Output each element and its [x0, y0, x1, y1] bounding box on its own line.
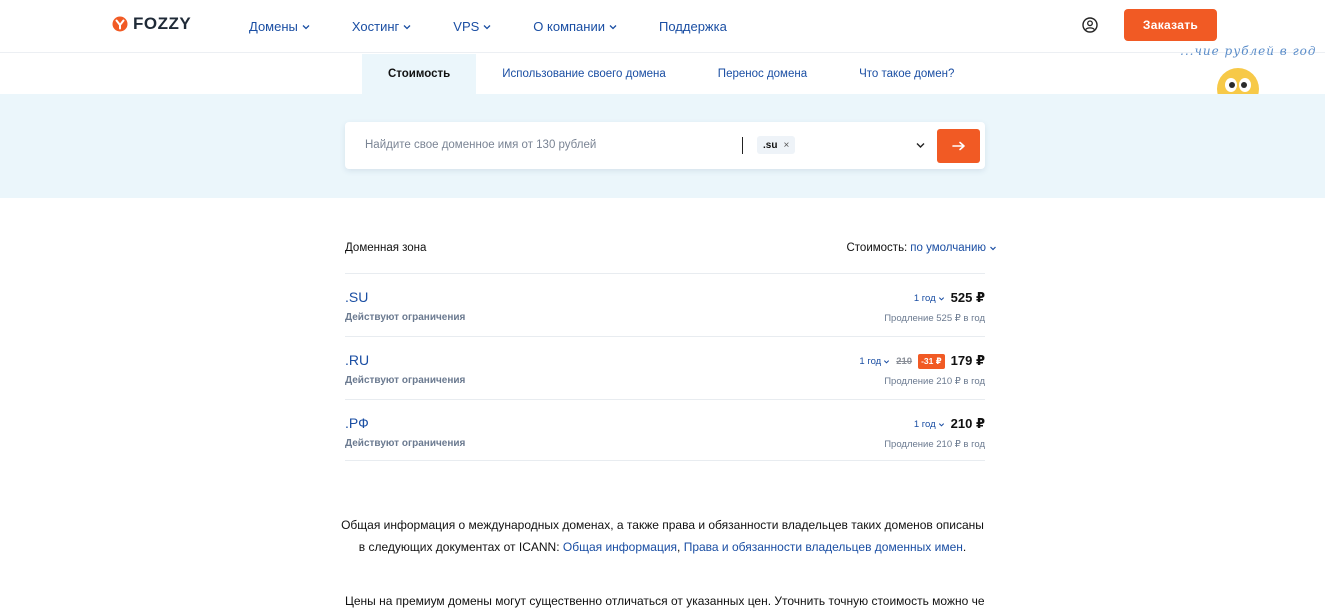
nav-item-vps[interactable]: VPS: [453, 19, 491, 34]
nav-item-support[interactable]: Поддержка: [659, 19, 727, 34]
price-line: 1 год 525 ₽: [914, 290, 985, 306]
renewal-price: Продление 525 ₽ в год: [884, 313, 985, 324]
period-label: 1 год: [859, 355, 882, 367]
chevron-down-icon: [884, 359, 890, 364]
nav-item-label: Домены: [249, 19, 298, 34]
discount-badge: -31 ₽: [918, 353, 945, 369]
chevron-down-icon: [483, 24, 491, 29]
tab-use-own-domain[interactable]: Использование своего домена: [476, 54, 692, 94]
zone-name[interactable]: .SU: [345, 289, 368, 305]
price: 210 ₽: [950, 416, 985, 431]
period-label: 1 год: [913, 292, 936, 304]
user-account-icon[interactable]: [1082, 17, 1098, 33]
chevron-down-icon: [302, 24, 310, 29]
domain-tabs: Стоимость Использование своего домена Пе…: [362, 54, 980, 94]
nav-item-label: VPS: [453, 19, 480, 34]
nav-item-label: Хостинг: [351, 19, 400, 34]
zone-row: .RU Действуют ограничения 1 год 210 -31 …: [345, 336, 985, 399]
zone-column-title: Доменная зона: [345, 242, 427, 254]
logo[interactable]: FOZZY: [112, 14, 191, 34]
renewal-price: Продление 210 ₽ в год: [884, 376, 985, 387]
logo-text: FOZZY: [133, 14, 192, 33]
chevron-down-icon[interactable]: [916, 142, 925, 149]
tab-what-is-domain[interactable]: Что такое домен?: [833, 54, 980, 94]
info-end: .: [962, 540, 967, 554]
zone-row: .SU Действуют ограничения 1 год 525 ₽ Пр…: [345, 273, 985, 336]
chevron-down-icon: [990, 246, 996, 251]
nav-item-label: О компании: [533, 19, 605, 34]
price: 179 ₽: [950, 353, 985, 368]
period-select[interactable]: 1 год: [914, 419, 945, 430]
nav-item-hosting[interactable]: Хостинг: [352, 19, 411, 34]
tab-pricing[interactable]: Стоимость: [362, 54, 477, 94]
search-input[interactable]: Найдите свое доменное имя от 130 рублей: [365, 139, 596, 151]
text-cursor: [742, 137, 743, 154]
sort-label: Стоимость:: [846, 242, 908, 254]
site-header: FOZZY Домены Хостинг VPS О компании Подд…: [0, 0, 1325, 53]
domain-search-form: Найдите свое доменное имя от 130 рублей …: [345, 122, 985, 169]
sort-control[interactable]: Стоимость: по умолчанию: [846, 242, 997, 254]
restriction-note[interactable]: Действуют ограничения: [345, 312, 465, 323]
arrow-right-icon: [951, 141, 965, 151]
fozzy-logo-icon: [112, 16, 128, 32]
main-nav: Домены Хостинг VPS О компании Поддержка: [249, 0, 769, 53]
icann-general-info-link[interactable]: Общая информация: [563, 540, 677, 554]
search-submit-button[interactable]: [937, 129, 980, 163]
zone-list: .SU Действуют ограничения 1 год 525 ₽ Пр…: [345, 273, 985, 461]
period-select[interactable]: 1 год: [914, 293, 945, 304]
nav-item-label: Поддержка: [659, 19, 727, 34]
zone-chip[interactable]: .su ×: [757, 136, 796, 154]
handwritten-note: ...чие рублей в год: [1180, 44, 1317, 58]
icann-rights-link[interactable]: Права и обязанности владельцев доменных …: [684, 540, 963, 554]
nav-item-about[interactable]: О компании: [533, 19, 617, 34]
icann-info-text: Общая информация о международных доменах…: [340, 514, 985, 558]
chevron-down-icon: [403, 24, 411, 29]
renewal-price: Продление 210 ₽ в год: [884, 439, 985, 450]
tab-domain-transfer[interactable]: Перенос домена: [692, 54, 833, 94]
old-price: 210: [896, 355, 913, 367]
chevron-down-icon: [938, 296, 944, 301]
price-line: 1 год 210 ₽: [914, 416, 985, 432]
period-label: 1 год: [913, 418, 936, 430]
zone-row: .РФ Действуют ограничения 1 год 210 ₽ Пр…: [345, 399, 985, 461]
zone-name[interactable]: .РФ: [345, 415, 369, 431]
restriction-note[interactable]: Действуют ограничения: [345, 438, 465, 449]
nav-item-domains[interactable]: Домены: [249, 19, 310, 34]
sort-value[interactable]: по умолчанию: [910, 242, 986, 254]
close-icon[interactable]: ×: [783, 140, 789, 151]
price: 525 ₽: [950, 290, 985, 305]
period-select[interactable]: 1 год: [859, 356, 890, 367]
chevron-down-icon: [938, 422, 944, 427]
chevron-down-icon: [609, 24, 617, 29]
info-separator: ,: [677, 540, 684, 554]
premium-info-text: Цены на премиум домены могут существенно…: [345, 594, 985, 608]
zone-name[interactable]: .RU: [345, 352, 369, 368]
zone-chip-label: .su: [763, 139, 778, 151]
price-line: 1 год 210 -31 ₽ 179 ₽: [859, 353, 985, 369]
restriction-note[interactable]: Действуют ограничения: [345, 375, 465, 386]
order-button[interactable]: Заказать: [1124, 9, 1217, 41]
